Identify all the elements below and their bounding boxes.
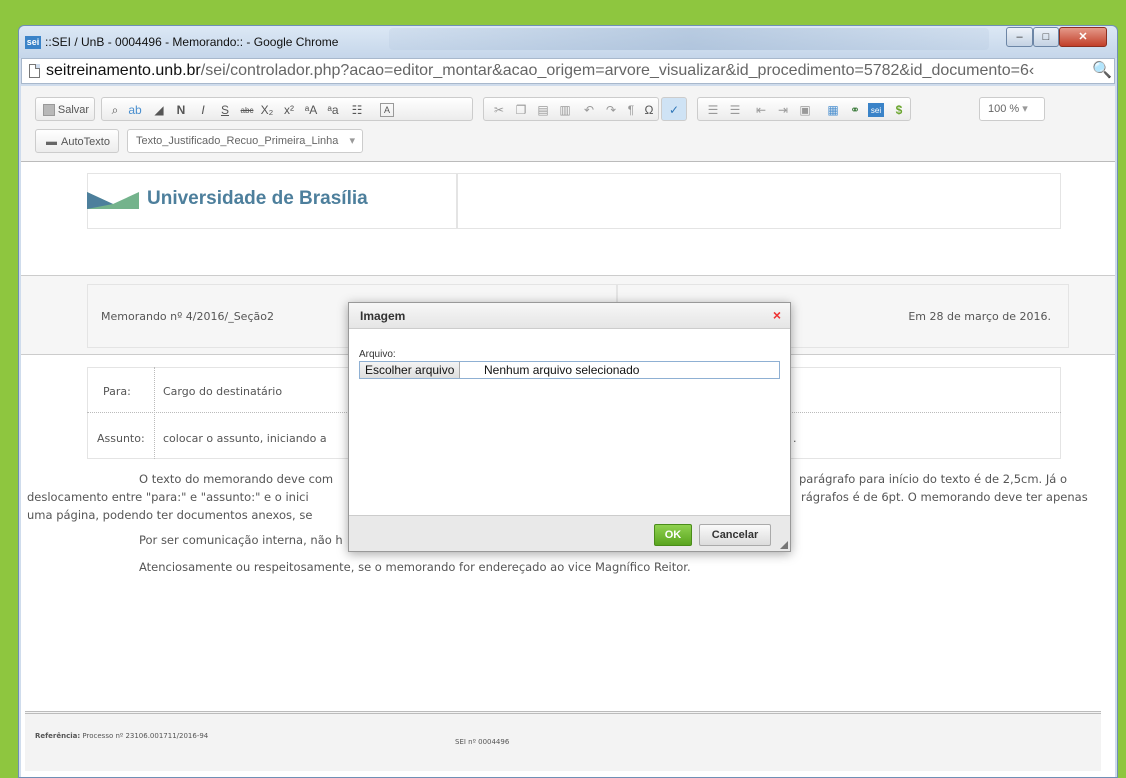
assunto-tail: . (793, 432, 797, 445)
strike-button[interactable]: abc (238, 101, 256, 119)
paragraph-group: ☰ ☰ ⇤ ⇥ ▣ ▦ ⚭ sei $ (697, 97, 911, 121)
bold-button[interactable]: N (172, 101, 190, 119)
outdent-icon[interactable]: ⇤ (752, 101, 770, 119)
eraser-icon[interactable]: ◢ (150, 101, 168, 119)
omega-icon[interactable]: Ω (640, 101, 658, 119)
editor-toolbar: Salvar ⌕ ab ◢ N I S abc X₂ x² ᵃA ᵃa ☷ A … (21, 86, 1115, 162)
close-icon[interactable]: × (773, 307, 781, 323)
save-button[interactable]: Salvar (40, 101, 92, 119)
dollar-icon[interactable]: $ (890, 101, 908, 119)
dialog-title: Imagem (360, 309, 406, 323)
file-label: Arquivo: (359, 349, 396, 360)
assunto-value: colocar o assunto, iniciando a (163, 432, 327, 445)
file-status: Nenhum arquivo selecionado (484, 363, 640, 377)
zoom-icon[interactable]: 🔍 (1092, 60, 1112, 80)
bullet-list-icon[interactable]: ☰ (726, 101, 744, 119)
memo-date: Em 28 de março de 2016. (908, 310, 1051, 323)
maximize-button[interactable]: □ (1033, 27, 1059, 47)
document-footer: Referência: Processo nº 23106.001711/201… (25, 711, 1101, 771)
reference: Referência: Processo nº 23106.001711/201… (35, 732, 208, 740)
chevron-down-icon: ▾ (349, 135, 355, 147)
chevron-down-icon: ▾ (1022, 103, 1028, 115)
dialog-footer: OK Cancelar (349, 515, 790, 551)
paste-word-icon[interactable]: ▥ (556, 101, 574, 119)
table-icon[interactable]: ▦ (824, 101, 842, 119)
autotexto-label: AutoTexto (61, 136, 110, 148)
redo-icon[interactable]: ↷ (602, 101, 620, 119)
clipboard-group: ✂ ❐ ▤ ▥ ↶ ↷ ¶ Ω (483, 97, 659, 121)
choose-file-button[interactable]: Escolher arquivo (360, 362, 461, 378)
numbered-list-icon[interactable]: ☰ (704, 101, 722, 119)
floppy-icon (42, 104, 55, 116)
text-size-icon[interactable]: ᵃA (302, 101, 320, 119)
file-input[interactable]: Escolher arquivo Nenhum arquivo selecion… (359, 361, 780, 379)
memo-number: Memorando nº 4/2016/_Seção2 (101, 310, 274, 323)
paragraph-1-line-1: O texto do memorando deve com (139, 472, 334, 486)
save-group: Salvar (35, 97, 95, 121)
replace-icon[interactable]: ab (126, 101, 144, 119)
url-host: seitreinamento.unb.br (46, 62, 201, 79)
image-icon[interactable]: ▣ (796, 101, 814, 119)
cut-icon[interactable]: ✂ (490, 101, 508, 119)
resize-handle[interactable] (780, 541, 788, 549)
italic-button[interactable]: I (194, 101, 212, 119)
spellcheck-group: ✓ (661, 97, 687, 121)
reference-value: Processo nº 23106.001711/2016-94 (82, 732, 209, 740)
style-value: Texto_Justificado_Recuo_Primeira_Linha (136, 135, 339, 147)
sei-favicon-icon: sei (25, 36, 41, 49)
autotexto-button[interactable]: ▬ AutoTexto (40, 133, 116, 151)
copy-icon[interactable]: ❐ (512, 101, 530, 119)
paste-icon[interactable]: ▤ (534, 101, 552, 119)
para-label: Para: (103, 385, 131, 398)
university-name: Universidade de Brasília (147, 188, 368, 209)
paragraph-1-line-1-right: parágrafo para início do texto é de 2,5c… (799, 472, 1067, 486)
text-size-down-icon[interactable]: ᵃa (324, 101, 342, 119)
page-icon (29, 64, 40, 78)
spellcheck-icon[interactable]: ✓ (665, 101, 683, 119)
background-tabs[interactable] (389, 28, 989, 50)
assunto-label: Assunto: (97, 432, 145, 445)
para-value: Cargo do destinatário (163, 385, 283, 398)
ok-button[interactable]: OK (654, 524, 692, 546)
table-column-divider (154, 367, 155, 459)
font-color-icon[interactable]: A (380, 103, 394, 117)
window-title: ::SEI / UnB - 0004496 - Memorando:: - Go… (45, 35, 339, 49)
sei-number: SEI nº 0004496 (455, 738, 510, 746)
url-path: /sei/controlador.php?acao=editor_montar&… (200, 62, 1035, 79)
address-bar[interactable]: seitreinamento.unb.br/sei/controlador.ph… (21, 58, 1115, 84)
list-style-icon[interactable]: ☷ (348, 101, 366, 119)
paragraph-1-line-3: uma página, podendo ter documentos anexo… (27, 508, 313, 522)
indent-icon[interactable]: ⇥ (774, 101, 792, 119)
superscript-button[interactable]: x² (280, 101, 298, 119)
sei-icon[interactable]: sei (868, 103, 884, 117)
title-bar: sei ::SEI / UnB - 0004496 - Memorando:: … (19, 26, 1117, 58)
save-label: Salvar (57, 104, 90, 116)
cancel-button[interactable]: Cancelar (699, 524, 771, 546)
undo-icon[interactable]: ↶ (580, 101, 598, 119)
header-cell-right (457, 173, 1061, 229)
search-icon[interactable]: ⌕ (106, 101, 124, 119)
url-text[interactable]: seitreinamento.unb.br/sei/controlador.ph… (46, 62, 1034, 80)
paragraph-2: Por ser comunicação interna, não h (139, 533, 343, 547)
autotexto-group: ▬ AutoTexto (35, 129, 119, 153)
close-window-button[interactable]: ✕ (1059, 27, 1107, 47)
dialog-header[interactable]: Imagem × (349, 303, 790, 329)
style-select[interactable]: Texto_Justificado_Recuo_Primeira_Linha ▾ (127, 129, 363, 153)
paragraph-1-line-2-right: rágrafos é de 6pt. O memorando deve ter … (801, 490, 1088, 504)
unb-logo (87, 192, 139, 209)
subscript-button[interactable]: X₂ (258, 101, 276, 119)
speech-bubble-icon: ▬ (46, 136, 58, 148)
zoom-value: 100 % (988, 103, 1020, 115)
link-icon[interactable]: ⚭ (846, 101, 864, 119)
format-group: ⌕ ab ◢ N I S abc X₂ x² ᵃA ᵃa ☷ A (101, 97, 473, 121)
underline-button[interactable]: S (216, 101, 234, 119)
minimize-button[interactable]: – (1006, 27, 1033, 47)
paragraph-3: Atenciosamente ou respeitosamente, se o … (139, 560, 691, 574)
pilcrow-icon[interactable]: ¶ (622, 101, 640, 119)
reference-label: Referência: (35, 732, 81, 740)
image-dialog: Imagem × Arquivo: Escolher arquivo Nenhu… (348, 302, 791, 552)
zoom-select[interactable]: 100 % ▾ (979, 97, 1045, 121)
paragraph-1-line-2: deslocamento entre "para:" e "assunto:" … (27, 490, 309, 504)
